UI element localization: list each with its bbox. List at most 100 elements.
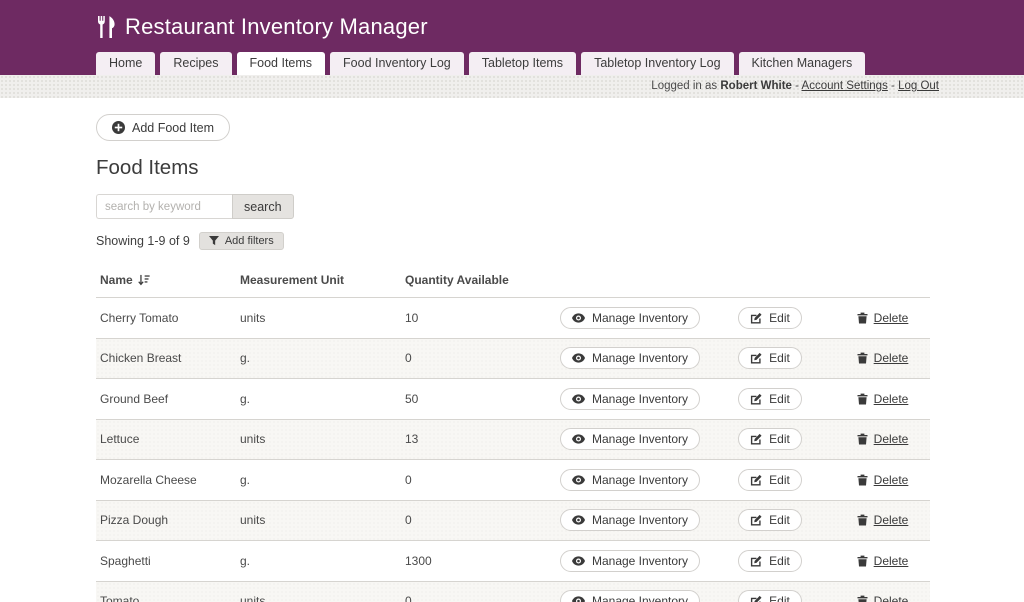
cell-unit: units — [240, 432, 405, 446]
edit-icon — [750, 393, 762, 405]
manage-inventory-button[interactable]: Manage Inventory — [560, 550, 700, 572]
eye-icon — [572, 313, 585, 323]
trash-icon — [857, 433, 868, 445]
tab-tabletop-inventory-log[interactable]: Tabletop Inventory Log — [581, 52, 733, 75]
eye-icon — [572, 475, 585, 485]
search-bar: search — [96, 194, 930, 219]
add-food-item-button[interactable]: Add Food Item — [96, 114, 230, 141]
cell-name: Chicken Breast — [96, 351, 240, 365]
delete-link[interactable]: Delete — [857, 473, 909, 487]
table-row: Cherry Tomato units 10 Manage Inventory … — [96, 298, 930, 339]
edit-button[interactable]: Edit — [738, 388, 802, 410]
edit-button[interactable]: Edit — [738, 307, 802, 329]
cell-name: Pizza Dough — [96, 513, 240, 527]
trash-icon — [857, 514, 868, 526]
tab-kitchen-managers[interactable]: Kitchen Managers — [739, 52, 866, 75]
main-content: Add Food Item Food Items search Showing … — [0, 98, 930, 602]
food-items-table: Name Measurement Unit Quantity Available — [96, 262, 930, 602]
cell-qty: 50 — [405, 392, 555, 406]
delete-link[interactable]: Delete — [857, 432, 909, 446]
cell-name: Tomato — [96, 594, 240, 602]
table-row: Chicken Breast g. 0 Manage Inventory Edi… — [96, 339, 930, 380]
showing-text: Showing 1-9 of 9 — [96, 234, 190, 248]
cell-name: Mozarella Cheese — [96, 473, 240, 487]
app-title: Restaurant Inventory Manager — [125, 14, 428, 40]
add-food-item-label: Add Food Item — [132, 121, 214, 135]
cell-qty: 10 — [405, 311, 555, 325]
cell-name: Lettuce — [96, 432, 240, 446]
cell-qty: 0 — [405, 594, 555, 602]
edit-icon — [750, 312, 762, 324]
cell-name: Spaghetti — [96, 554, 240, 568]
edit-button[interactable]: Edit — [738, 347, 802, 369]
column-header-name[interactable]: Name — [96, 273, 240, 287]
trash-icon — [857, 393, 868, 405]
table-row: Lettuce units 13 Manage Inventory Edit — [96, 420, 930, 461]
account-settings-link[interactable]: Account Settings — [802, 80, 888, 92]
eye-icon — [572, 596, 585, 602]
manage-inventory-button[interactable]: Manage Inventory — [560, 428, 700, 450]
manage-inventory-button[interactable]: Manage Inventory — [560, 388, 700, 410]
delete-link[interactable]: Delete — [857, 594, 909, 602]
column-header-unit[interactable]: Measurement Unit — [240, 273, 405, 287]
cell-qty: 0 — [405, 351, 555, 365]
tab-food-items[interactable]: Food Items — [237, 52, 326, 75]
user-bar: Logged in as Robert White - Account Sett… — [0, 75, 1024, 98]
cell-qty: 0 — [405, 513, 555, 527]
column-header-qty[interactable]: Quantity Available — [405, 273, 555, 287]
manage-inventory-button[interactable]: Manage Inventory — [560, 347, 700, 369]
cell-unit: units — [240, 594, 405, 602]
delete-link[interactable]: Delete — [857, 554, 909, 568]
username: Robert White — [720, 80, 792, 92]
table-header-row: Name Measurement Unit Quantity Available — [96, 262, 930, 298]
manage-inventory-button[interactable]: Manage Inventory — [560, 307, 700, 329]
edit-button[interactable]: Edit — [738, 469, 802, 491]
tab-tabletop-items[interactable]: Tabletop Items — [469, 52, 576, 75]
cell-name: Cherry Tomato — [96, 311, 240, 325]
manage-inventory-button[interactable]: Manage Inventory — [560, 509, 700, 531]
add-filters-label: Add filters — [225, 235, 274, 247]
eye-icon — [572, 353, 585, 363]
edit-button[interactable]: Edit — [738, 550, 802, 572]
page-title: Food Items — [96, 156, 930, 180]
search-button[interactable]: search — [232, 194, 294, 219]
cell-name: Ground Beef — [96, 392, 240, 406]
tab-food-inventory-log[interactable]: Food Inventory Log — [330, 52, 464, 75]
cell-qty: 0 — [405, 473, 555, 487]
search-input[interactable] — [96, 194, 232, 219]
cell-qty: 1300 — [405, 554, 555, 568]
sort-icon — [138, 274, 150, 286]
delete-link[interactable]: Delete — [857, 392, 909, 406]
eye-icon — [572, 515, 585, 525]
cell-qty: 13 — [405, 432, 555, 446]
trash-icon — [857, 595, 868, 602]
manage-inventory-button[interactable]: Manage Inventory — [560, 590, 700, 602]
manage-inventory-button[interactable]: Manage Inventory — [560, 469, 700, 491]
delete-link[interactable]: Delete — [857, 513, 909, 527]
edit-button[interactable]: Edit — [738, 428, 802, 450]
edit-button[interactable]: Edit — [738, 590, 802, 602]
tab-home[interactable]: Home — [96, 52, 155, 75]
table-row: Spaghetti g. 1300 Manage Inventory Edit — [96, 541, 930, 582]
app-header: Restaurant Inventory Manager HomeRecipes… — [0, 0, 1024, 75]
delete-link[interactable]: Delete — [857, 311, 909, 325]
cell-unit: units — [240, 513, 405, 527]
cell-unit: units — [240, 311, 405, 325]
tab-recipes[interactable]: Recipes — [160, 52, 231, 75]
edit-icon — [750, 595, 762, 602]
brand: Restaurant Inventory Manager — [97, 14, 428, 40]
edit-button[interactable]: Edit — [738, 509, 802, 531]
cell-unit: g. — [240, 392, 405, 406]
eye-icon — [572, 394, 585, 404]
logout-link[interactable]: Log Out — [898, 80, 939, 92]
edit-icon — [750, 514, 762, 526]
table-body: Cherry Tomato units 10 Manage Inventory … — [96, 298, 930, 602]
delete-link[interactable]: Delete — [857, 351, 909, 365]
add-filters-button[interactable]: Add filters — [199, 232, 284, 250]
cell-unit: g. — [240, 351, 405, 365]
plus-circle-icon — [112, 121, 125, 134]
trash-icon — [857, 352, 868, 364]
results-summary-row: Showing 1-9 of 9 Add filters — [96, 232, 930, 250]
edit-icon — [750, 474, 762, 486]
utensils-icon — [97, 16, 116, 38]
